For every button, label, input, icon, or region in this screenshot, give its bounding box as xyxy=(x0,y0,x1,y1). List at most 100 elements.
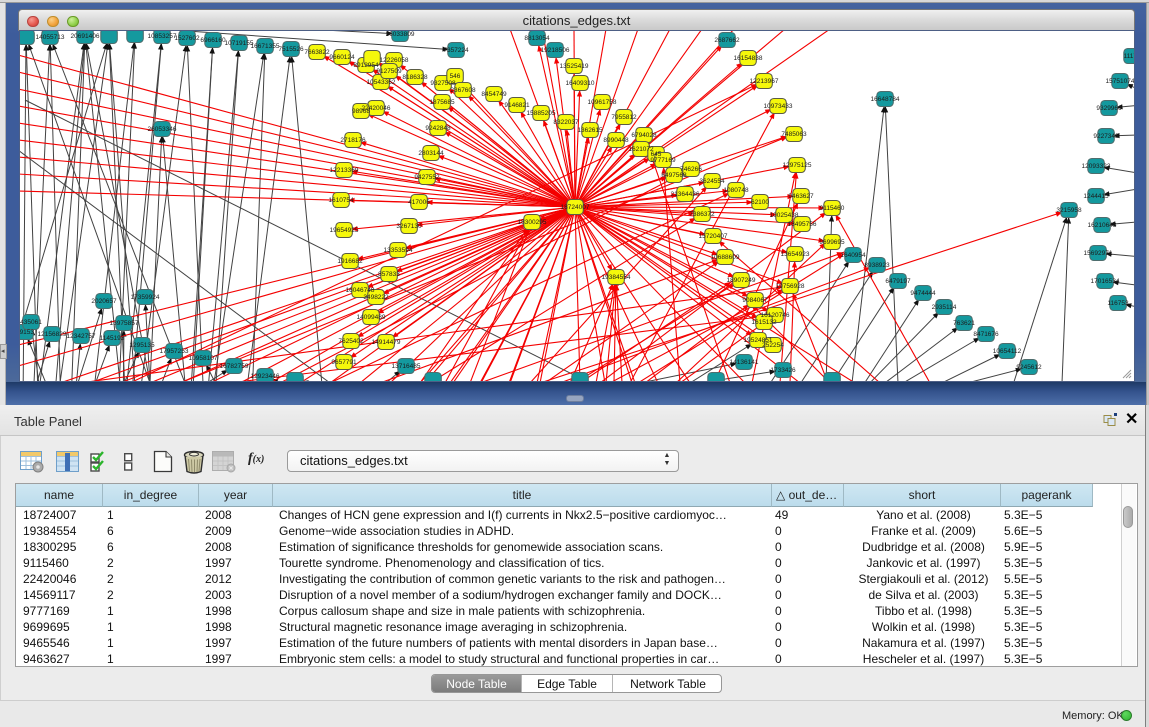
svg-text:12093323: 12093323 xyxy=(1082,163,1111,170)
svg-text:13975857: 13975857 xyxy=(110,320,139,327)
svg-text:13716485: 13716485 xyxy=(392,363,421,370)
svg-text:6479197: 6479197 xyxy=(885,278,911,285)
svg-text:16409310: 16409310 xyxy=(566,80,595,87)
svg-text:16046748: 16046748 xyxy=(346,287,375,294)
svg-text:15692971: 15692971 xyxy=(1084,250,1113,257)
svg-text:2020657: 2020657 xyxy=(91,298,117,305)
svg-text:16671355: 16671355 xyxy=(251,43,280,50)
svg-text:6794028: 6794028 xyxy=(631,132,657,139)
svg-text:1362615: 1362615 xyxy=(577,127,603,134)
svg-text:746266: 746266 xyxy=(680,166,702,173)
svg-text:12923446: 12923446 xyxy=(251,373,280,380)
svg-text:15751074: 15751074 xyxy=(1106,78,1134,85)
svg-text:19756928: 19756928 xyxy=(776,283,805,290)
svg-text:2803144: 2803144 xyxy=(418,150,444,157)
svg-text:10973433: 10973433 xyxy=(764,103,793,110)
svg-text:7386372: 7386372 xyxy=(689,211,715,218)
svg-text:8322037: 8322037 xyxy=(553,119,579,126)
svg-text:10719155: 10719155 xyxy=(225,40,254,47)
svg-text:9242848: 9242848 xyxy=(425,125,451,132)
svg-text:1295135: 1295135 xyxy=(129,342,155,349)
svg-text:763621: 763621 xyxy=(953,320,975,327)
svg-text:14055713: 14055713 xyxy=(36,34,65,41)
svg-text:417006: 417006 xyxy=(408,199,430,206)
svg-text:98968: 98968 xyxy=(352,108,370,115)
svg-text:14914479: 14914479 xyxy=(372,339,401,346)
svg-text:116753: 116753 xyxy=(1107,300,1129,307)
svg-text:3267130: 3267130 xyxy=(396,223,422,230)
svg-text:9327508: 9327508 xyxy=(430,80,456,87)
svg-text:1080748: 1080748 xyxy=(723,187,749,194)
svg-text:1916682: 1916682 xyxy=(337,258,363,265)
svg-text:12213967: 12213967 xyxy=(750,78,779,85)
svg-text:8186328: 8186328 xyxy=(402,74,428,81)
svg-text:10688609: 10688609 xyxy=(711,254,740,261)
svg-text:2367608: 2367608 xyxy=(450,87,476,94)
svg-text:9245612: 9245612 xyxy=(1016,364,1042,371)
svg-text:1527602: 1527602 xyxy=(174,35,200,42)
svg-text:3215958: 3215958 xyxy=(1056,207,1082,214)
svg-text:9657791: 9657791 xyxy=(331,359,357,366)
svg-text:19218506: 19218506 xyxy=(541,47,570,54)
svg-text:546: 546 xyxy=(450,73,461,80)
svg-text:10961758: 10961758 xyxy=(588,99,617,106)
svg-text:1610754: 1610754 xyxy=(328,197,354,204)
svg-text:18300295: 18300295 xyxy=(518,219,547,226)
svg-text:1244415: 1244415 xyxy=(1083,193,1109,200)
svg-text:7625402: 7625402 xyxy=(338,338,364,345)
svg-text:12156829: 12156829 xyxy=(38,331,67,338)
svg-text:10654112: 10654112 xyxy=(993,348,1022,355)
svg-text:13654923: 13654923 xyxy=(781,251,810,258)
svg-text:7485063: 7485063 xyxy=(781,131,807,138)
svg-text:16120746: 16120746 xyxy=(761,312,790,319)
svg-text:9777169: 9777169 xyxy=(650,157,676,164)
svg-text:19384554: 19384554 xyxy=(602,274,631,281)
svg-text:9127509: 9127509 xyxy=(376,68,402,75)
svg-text:15720407: 15720407 xyxy=(699,233,728,240)
svg-text:7955812: 7955812 xyxy=(611,114,637,121)
svg-text:17359924: 17359924 xyxy=(131,294,160,301)
svg-text:1733426: 1733426 xyxy=(770,367,796,374)
svg-text:18495756: 18495756 xyxy=(788,221,817,228)
svg-text:2935114: 2935114 xyxy=(932,304,957,311)
svg-text:9084067: 9084067 xyxy=(742,297,768,304)
svg-text:10853257: 10853257 xyxy=(148,33,177,40)
svg-text:7357224: 7357224 xyxy=(443,47,469,54)
svg-text:10958107: 10958107 xyxy=(189,355,218,362)
svg-text:62100: 62100 xyxy=(751,199,769,206)
svg-text:857833: 857833 xyxy=(378,271,400,278)
svg-text:6497568: 6497568 xyxy=(661,172,687,179)
svg-text:435061: 435061 xyxy=(20,319,42,326)
svg-text:16210643: 16210643 xyxy=(1088,222,1117,229)
svg-text:13525419: 13525419 xyxy=(560,63,589,70)
svg-text:11172: 11172 xyxy=(1123,53,1134,60)
svg-text:7663822: 7663822 xyxy=(304,49,330,56)
svg-text:21364436: 21364436 xyxy=(671,191,700,198)
svg-text:9227343: 9227343 xyxy=(1093,133,1119,140)
svg-text:7515526: 7515526 xyxy=(278,46,304,53)
svg-text:17957253: 17957253 xyxy=(160,348,189,355)
svg-text:12226058: 12226058 xyxy=(380,57,409,64)
svg-text:9463627: 9463627 xyxy=(788,193,814,200)
svg-text:8938923: 8938923 xyxy=(864,262,890,269)
svg-text:8912954: 8912954 xyxy=(353,62,379,69)
svg-text:12975125: 12975125 xyxy=(783,162,812,169)
svg-text:3624554: 3624554 xyxy=(699,178,725,185)
svg-text:9660124: 9660124 xyxy=(329,54,355,61)
svg-text:9115460: 9115460 xyxy=(820,205,845,212)
svg-text:14099489: 14099489 xyxy=(357,314,386,321)
svg-text:9699695: 9699695 xyxy=(819,239,845,246)
svg-text:18907249: 18907249 xyxy=(727,277,756,284)
svg-text:15885205: 15885205 xyxy=(527,110,556,117)
svg-text:12342757: 12342757 xyxy=(67,333,96,340)
svg-text:9329966: 9329966 xyxy=(1096,105,1122,112)
svg-text:8990448: 8990448 xyxy=(603,137,629,144)
svg-text:2687662: 2687662 xyxy=(714,37,740,44)
svg-text:8471676: 8471676 xyxy=(973,331,999,338)
svg-text:9427552: 9427552 xyxy=(414,174,440,181)
svg-text:14136141: 14136141 xyxy=(730,359,759,366)
svg-text:17016534: 17016534 xyxy=(1091,278,1120,285)
svg-text:2718176: 2718176 xyxy=(340,137,366,144)
svg-text:1615132: 1615132 xyxy=(751,319,777,326)
svg-text:16648784: 16648784 xyxy=(871,96,900,103)
